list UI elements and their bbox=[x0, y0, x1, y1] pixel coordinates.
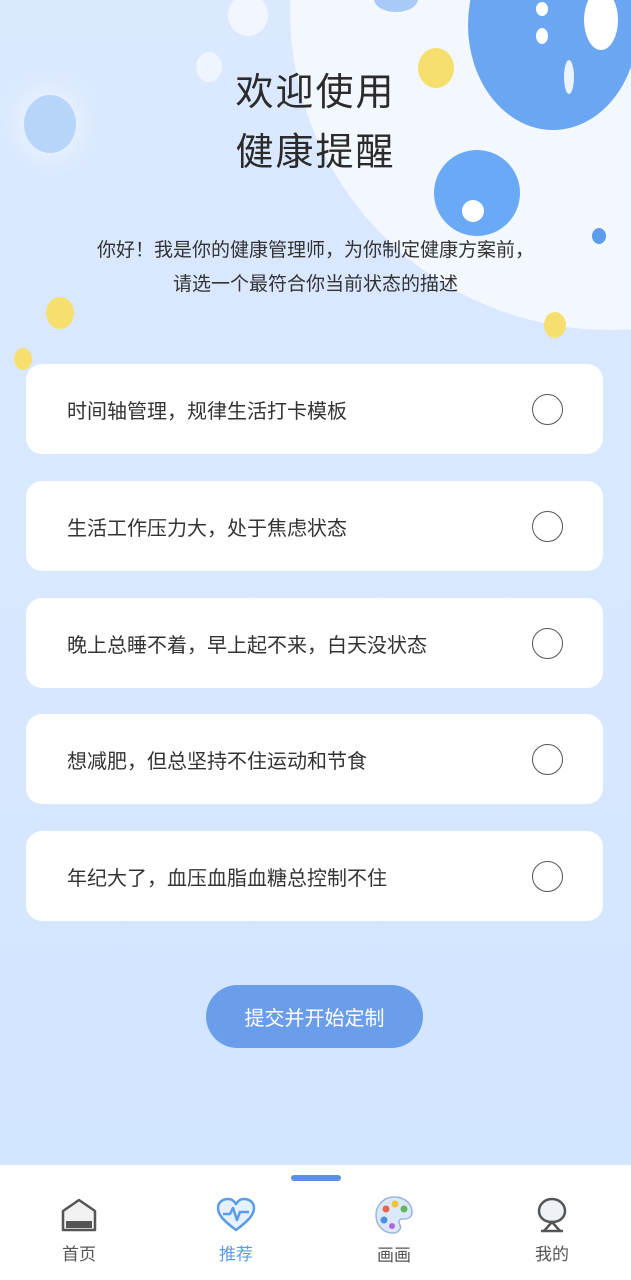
tab-profile[interactable]: 我的 bbox=[502, 1195, 602, 1265]
decorative-yellow-dot bbox=[14, 348, 32, 370]
radio-button[interactable] bbox=[532, 860, 563, 892]
submit-button[interactable]: 提交并开始定制 bbox=[206, 985, 423, 1048]
decorative-small-smiley-mouth bbox=[462, 200, 484, 222]
option-label: 想减肥，但总坚持不住运动和节食 bbox=[67, 748, 367, 773]
tab-label: 首页 bbox=[62, 1245, 96, 1265]
intro-text-line2: 请选一个最符合你当前状态的描述 bbox=[172, 273, 458, 295]
decorative-face-eye bbox=[536, 28, 548, 44]
option-card[interactable]: 时间轴管理，规律生活打卡模板 bbox=[26, 364, 603, 454]
option-label: 年纪大了，血压血脂血糖总控制不住 bbox=[67, 865, 387, 890]
option-card[interactable]: 生活工作压力大，处于焦虑状态 bbox=[26, 481, 603, 571]
tab-draw[interactable]: 画画 bbox=[344, 1195, 444, 1266]
option-card[interactable]: 想减肥，但总坚持不住运动和节食 bbox=[26, 714, 603, 804]
option-card[interactable]: 晚上总睡不着，早上起不来，白天没状态 bbox=[26, 598, 603, 688]
tab-label: 画画 bbox=[377, 1246, 411, 1266]
radio-button[interactable] bbox=[532, 393, 563, 425]
bottom-tab-bar: 首页 推荐 画画 我的 bbox=[0, 1165, 631, 1280]
option-label: 晚上总睡不着，早上起不来，白天没状态 bbox=[67, 632, 427, 657]
decorative-blue-dot bbox=[592, 228, 606, 244]
decorative-yellow-dot bbox=[46, 297, 74, 329]
decorative-face-eye bbox=[536, 2, 548, 16]
page-title-line2: 健康提醒 bbox=[235, 130, 396, 174]
tab-label: 我的 bbox=[535, 1245, 569, 1265]
option-label: 时间轴管理，规律生活打卡模板 bbox=[67, 398, 347, 423]
drag-handle[interactable] bbox=[291, 1175, 341, 1181]
option-label: 生活工作压力大，处于焦虑状态 bbox=[67, 515, 347, 540]
intro-text-line1: 你好！我是你的健康管理师，为你制定健康方案前， bbox=[96, 239, 534, 261]
tab-home[interactable]: 首页 bbox=[29, 1195, 129, 1265]
home-icon bbox=[59, 1195, 99, 1234]
radio-button[interactable] bbox=[532, 510, 563, 542]
page-title-line1: 欢迎使用 bbox=[235, 70, 396, 114]
tab-recommend[interactable]: 推荐 bbox=[186, 1195, 286, 1265]
tab-label: 推荐 bbox=[219, 1245, 253, 1265]
decorative-yellow-dot bbox=[544, 312, 566, 338]
option-card[interactable]: 年纪大了，血压血脂血糖总控制不住 bbox=[26, 831, 603, 921]
radio-button[interactable] bbox=[532, 743, 563, 775]
palette-icon bbox=[374, 1195, 414, 1235]
profile-icon bbox=[532, 1195, 572, 1234]
decorative-white-bubble bbox=[228, 0, 268, 36]
heartbeat-icon bbox=[216, 1195, 256, 1234]
radio-button[interactable] bbox=[532, 627, 563, 659]
